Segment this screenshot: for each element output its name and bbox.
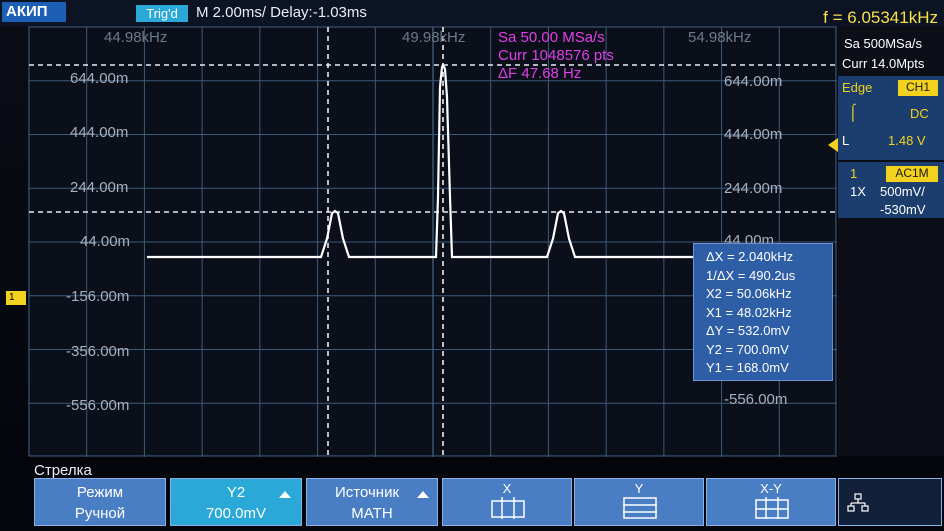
y-label-left: 44.00m bbox=[80, 233, 131, 250]
cursor-xy-label: X-Y bbox=[760, 481, 782, 496]
x1-readout: X1 = 48.02kHz bbox=[706, 304, 792, 320]
cursor-x-label: X bbox=[502, 481, 512, 496]
cursor-y-label: Y bbox=[634, 481, 644, 496]
rising-edge-icon: ⌠ bbox=[848, 104, 858, 121]
math-points: Curr 1048576 pts bbox=[498, 47, 614, 64]
y2-readout: Y2 = 700.0mV bbox=[706, 341, 789, 357]
y-label-right: 644.00m bbox=[724, 73, 783, 90]
top-status-bar: АКИП Trig'd M 2.00ms/ Delay:-1.03ms f = … bbox=[0, 0, 944, 27]
math-sample-rate: Sa 50.00 MSa/s bbox=[498, 29, 605, 46]
grid-lines bbox=[29, 27, 837, 457]
cursor-y-icon bbox=[623, 497, 657, 519]
timebase-readout[interactable]: M 2.00ms/ Delay:-1.03ms bbox=[196, 4, 367, 21]
x2-readout: X2 = 50.06kHz bbox=[706, 286, 792, 301]
network-softkey[interactable] bbox=[838, 478, 942, 526]
network-icon bbox=[847, 493, 869, 512]
trigger-source-tag: CH1 bbox=[898, 80, 938, 96]
channel-offset: -530mV bbox=[880, 202, 926, 217]
cursor-readout-panel: ΔX = 2.040kHz 1/ΔX = 490.2us X2 = 50.06k… bbox=[693, 243, 833, 381]
source-softkey[interactable]: Источник MATH bbox=[306, 478, 438, 526]
cursor-y-softkey[interactable]: Y bbox=[574, 478, 704, 526]
y1-readout: Y1 = 168.0mV bbox=[706, 360, 789, 375]
cursor-xy-softkey[interactable]: X-Y bbox=[706, 478, 836, 526]
brand-logo: АКИП bbox=[2, 2, 66, 22]
y-label-right: 244.00m bbox=[724, 180, 783, 197]
mode-softkey-label: Режим bbox=[76, 484, 124, 501]
spectrum-trace bbox=[147, 62, 694, 259]
trigger-level-marker[interactable] bbox=[828, 138, 838, 152]
y-label-left: 444.00m bbox=[70, 124, 129, 141]
trigger-type: Edge bbox=[842, 80, 873, 95]
y-label-right: -556.00m bbox=[724, 391, 788, 408]
trigger-level-label: L bbox=[842, 133, 850, 148]
delta-y-readout: ΔY = 532.0mV bbox=[706, 323, 790, 338]
waveform-svg bbox=[29, 27, 837, 457]
cursor-xy-icon bbox=[755, 497, 789, 519]
cursor-x-icon bbox=[491, 497, 525, 519]
channel-number: 1 bbox=[850, 166, 858, 181]
frequency-counter: f = 6.05341kHz bbox=[823, 8, 938, 27]
oscilloscope-screen: АКИП Trig'd M 2.00ms/ Delay:-1.03ms f = … bbox=[0, 0, 944, 531]
acq-memory-depth: Curr 14.0Mpts bbox=[842, 56, 925, 71]
y-label-left: 244.00m bbox=[70, 179, 129, 196]
y-label-left: 644.00m bbox=[70, 70, 129, 87]
probe-attenuation: 1X bbox=[850, 184, 866, 199]
menu-title: Стрелка bbox=[34, 462, 92, 479]
volts-per-div: 500mV/ bbox=[880, 184, 925, 199]
x-label-center: 49.98kHz bbox=[402, 29, 466, 46]
y2-softkey[interactable]: Y2 700.0mV bbox=[170, 478, 302, 526]
delta-x-readout: ΔX = 2.040kHz bbox=[706, 249, 794, 264]
right-info-panel: Sa 500MSa/s Curr 14.0Mpts Edge CH1 ⌠ DC … bbox=[838, 26, 944, 456]
y-label-left: -556.00m bbox=[66, 397, 130, 414]
arrow-up-icon bbox=[417, 491, 429, 498]
trigger-level-value: 1.48 V bbox=[888, 133, 926, 148]
acq-sample-rate: Sa 500MSa/s bbox=[844, 36, 923, 51]
x-label-right: 54.98kHz bbox=[688, 29, 752, 46]
trigger-coupling: DC bbox=[910, 106, 929, 121]
y-label-left: -156.00m bbox=[66, 288, 130, 305]
trigger-status-badge: Trig'd bbox=[136, 5, 188, 22]
math-resolution: ΔF 47.68 Hz bbox=[498, 65, 582, 82]
mode-softkey[interactable]: Режим Ручной bbox=[34, 478, 166, 526]
y2-softkey-value: 700.0mV bbox=[205, 505, 267, 522]
arrow-up-icon bbox=[279, 491, 291, 498]
channel1-ground-marker[interactable]: 1 bbox=[6, 291, 26, 305]
x-label-left: 44.98kHz bbox=[104, 29, 168, 46]
y-label-right: 444.00m bbox=[724, 126, 783, 143]
channel-coupling-tag: AC1M bbox=[886, 166, 938, 182]
inverse-delta-x-readout: 1/ΔX = 490.2us bbox=[706, 267, 796, 283]
waveform-grid[interactable] bbox=[28, 26, 837, 457]
cursor-x-softkey[interactable]: X bbox=[442, 478, 572, 526]
mode-softkey-value: Ручной bbox=[74, 505, 126, 522]
y-label-left: -356.00m bbox=[66, 343, 130, 360]
source-softkey-value: MATH bbox=[351, 505, 393, 522]
